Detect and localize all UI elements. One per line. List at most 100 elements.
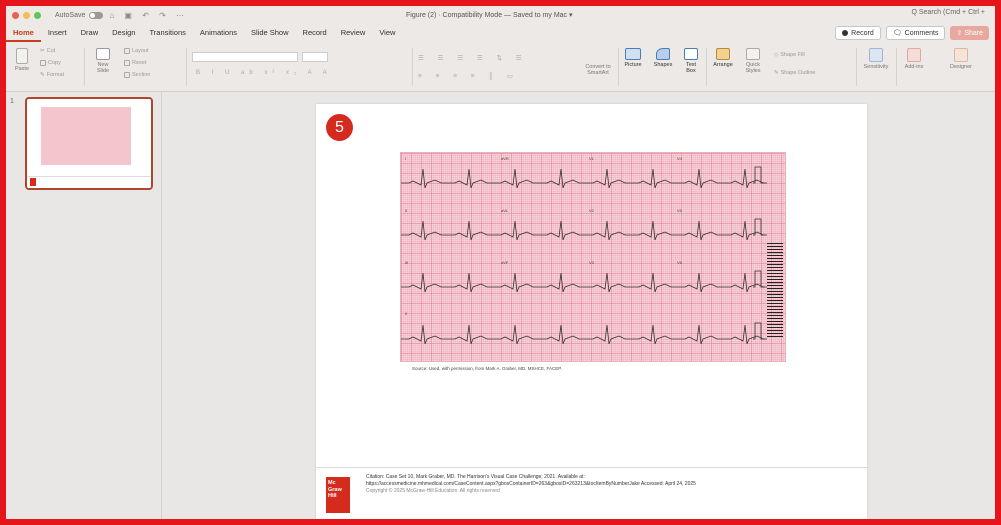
designer-button[interactable]: Designer: [944, 48, 978, 70]
shape-fill-button[interactable]: ◇ Shape Fill: [774, 52, 805, 58]
ecg-lead-label: III: [405, 260, 409, 265]
divider: [856, 48, 857, 86]
align-buttons[interactable]: ≡ ≡ ≡ ≡ ║ ▭: [418, 72, 519, 80]
tab-slide-show[interactable]: Slide Show: [244, 24, 296, 42]
layout-icon: [124, 48, 130, 54]
slide-thumbnail[interactable]: [25, 97, 153, 190]
tab-review[interactable]: Review: [334, 24, 373, 42]
brush-icon: ✎: [40, 72, 45, 78]
font-size-input[interactable]: [302, 52, 328, 62]
quick-access-icons[interactable]: ⌂ ▣ ↶ ↷ ⋯: [109, 11, 188, 20]
citation-line: Citation: Case Set 10, Mark Graber, MD. …: [366, 474, 585, 480]
thumbnail-footer: [27, 176, 151, 188]
new-slide-button[interactable]: New Slide: [90, 48, 116, 74]
ecg-traces: [401, 166, 767, 345]
tab-record[interactable]: Record: [296, 24, 334, 42]
sensitivity-button[interactable]: Sensitivity: [860, 48, 892, 70]
arrange-icon: [716, 48, 730, 60]
convert-smartart-button[interactable]: Convert to SmartArt: [580, 64, 616, 76]
new-slide-icon: [96, 48, 110, 60]
text-format-buttons[interactable]: B I U ab x² x₂ A A: [196, 70, 332, 76]
quick-styles-icon: [746, 48, 760, 60]
slide[interactable]: 5 I aVR V1 V4 II aVL V2 V5 III aVF V3 V6…: [316, 104, 867, 519]
font-name-input[interactable]: [192, 52, 298, 62]
format-painter-button[interactable]: ✎ Format: [40, 72, 64, 78]
citation-url: https://accessmedicine.mhmedical.com/Cas…: [366, 481, 696, 487]
record-button[interactable]: Record: [835, 26, 881, 40]
shape-outline-label: Shape Outline: [780, 70, 816, 76]
copy-button[interactable]: Copy: [40, 60, 61, 66]
record-icon: [842, 30, 849, 36]
list-buttons[interactable]: ☰ ☰ ☰ ☰ ⇅ ☰: [418, 54, 528, 62]
picture-label: Picture: [624, 62, 642, 68]
close-window-button[interactable]: [12, 11, 19, 19]
section-button[interactable]: Section: [124, 72, 150, 78]
window-controls: [12, 11, 41, 19]
ecg-lead-label: aVR: [501, 156, 509, 161]
reset-icon: [124, 60, 130, 66]
shape-outline-button[interactable]: ✎ Shape Outline: [774, 70, 815, 76]
new-slide-label: New Slide: [96, 62, 110, 74]
minimize-window-button[interactable]: [23, 11, 30, 19]
ecg-trace: [401, 220, 767, 241]
source-text: Source: Used, with permission, from Mark…: [412, 366, 562, 371]
convert-smartart-label: Convert to SmartArt: [585, 64, 611, 76]
maximize-window-button[interactable]: [34, 11, 41, 19]
tab-actions: Record 🗨 Comments ⇪ Share: [835, 26, 989, 40]
tab-view[interactable]: View: [372, 24, 402, 42]
tab-draw[interactable]: Draw: [74, 24, 106, 42]
tab-home[interactable]: Home: [6, 24, 41, 42]
ecg-lead-label: II: [405, 311, 408, 316]
ecg-lead-label: II: [405, 208, 408, 213]
divider: [186, 48, 187, 86]
ecg-lead-label: V4: [677, 156, 682, 161]
addins-icon: [907, 48, 921, 62]
arrange-button[interactable]: Arrange: [710, 48, 736, 68]
quick-styles-button[interactable]: Quick Styles: [740, 48, 766, 74]
tab-insert[interactable]: Insert: [41, 24, 74, 42]
document-title: Figure (2) · Compatibility Mode — Saved …: [406, 12, 573, 19]
slide-thumbnails-panel: 1: [6, 92, 162, 519]
section-icon: [124, 72, 130, 78]
designer-label: Designer: [949, 64, 972, 70]
search-input[interactable]: Q Search (Cmd + Ctrl +: [911, 9, 985, 16]
text-box-button[interactable]: Text Box: [680, 48, 702, 74]
share-button[interactable]: ⇪ Share: [950, 26, 989, 40]
reset-button[interactable]: Reset: [124, 60, 146, 66]
quick-styles-label: Quick Styles: [745, 62, 761, 74]
tab-design[interactable]: Design: [105, 24, 142, 42]
mcgraw-hill-logo: Mc Graw Hill: [326, 477, 350, 513]
citation-block: Citation: Case Set 10, Mark Graber, MD. …: [366, 474, 846, 495]
divider: [896, 48, 897, 86]
ecg-lead-label: V2: [589, 208, 594, 213]
designer-icon: [954, 48, 968, 62]
format-label: Format: [46, 72, 65, 78]
ecg-lead-label: aVF: [501, 260, 509, 265]
ecg-lead-label: V1: [589, 156, 594, 161]
record-button-label: Record: [851, 29, 874, 37]
cut-button[interactable]: ✂ Cut: [40, 48, 55, 54]
text-box-icon: [684, 48, 698, 60]
ecg-trace: [401, 324, 767, 345]
tab-animations[interactable]: Animations: [193, 24, 244, 42]
shapes-icon: [656, 48, 670, 60]
comments-button[interactable]: 🗨 Comments: [885, 26, 946, 40]
paste-button[interactable]: Paste: [12, 48, 32, 72]
autosave-label: AutoSave: [55, 11, 86, 19]
divider: [412, 48, 413, 86]
divider: [706, 48, 707, 86]
slide-number: 1: [10, 98, 14, 105]
addins-button[interactable]: Add-ins: [900, 48, 928, 70]
cut-label: Cut: [46, 48, 56, 54]
autosave-toggle[interactable]: [89, 11, 104, 19]
thumbnail-logo: [30, 178, 36, 186]
ecg-lead-label: V5: [677, 208, 682, 213]
ecg-trace: [401, 272, 767, 293]
tab-transitions[interactable]: Transitions: [142, 24, 192, 42]
layout-button[interactable]: Layout: [124, 48, 149, 54]
title-bar: AutoSave ⌂ ▣ ↶ ↷ ⋯ Figure (2) · Compatib…: [6, 6, 995, 24]
shape-fill-label: Shape Fill: [780, 52, 805, 58]
shapes-button[interactable]: Shapes: [652, 48, 674, 68]
picture-button[interactable]: Picture: [622, 48, 644, 68]
autosave-control[interactable]: AutoSave: [55, 11, 104, 19]
